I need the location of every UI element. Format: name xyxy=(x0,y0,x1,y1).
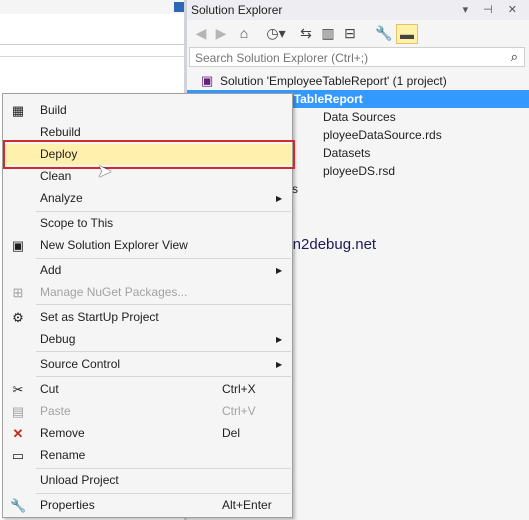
paste-icon: ▤ xyxy=(11,404,25,419)
title-bar-buttons[interactable]: ▾ ⊣ ✕ xyxy=(463,3,523,16)
submenu-arrow-icon: ▶ xyxy=(276,266,283,275)
menu-item-rebuild[interactable]: Rebuild xyxy=(4,122,291,143)
menu-separator xyxy=(36,376,291,377)
shortcut-text: Ctrl+V xyxy=(222,404,256,418)
sync-icon[interactable]: ⇆ xyxy=(297,24,315,42)
menu-item-clean[interactable]: Clean xyxy=(4,166,291,187)
back-icon[interactable]: ◀ xyxy=(193,24,209,42)
menu-item-new-solution-explorer-view[interactable]: ▣ New Solution Explorer View xyxy=(4,235,291,256)
menu-item-label: Paste xyxy=(40,404,71,418)
gear-icon: ⚙ xyxy=(12,310,24,325)
collapse-all-icon[interactable]: ⊟ xyxy=(341,24,359,42)
shortcut-text: Ctrl+X xyxy=(222,382,256,396)
menu-item-label: Rename xyxy=(40,448,86,462)
menu-item-label: Scope to This xyxy=(40,216,114,230)
menu-separator xyxy=(36,351,291,352)
menu-item-label: Source Control xyxy=(40,357,121,371)
wrench-icon: 🔧 xyxy=(10,498,27,513)
menu-item-cut[interactable]: ✂ Cut Ctrl+X xyxy=(4,379,291,400)
shortcut-text: Alt+Enter xyxy=(222,498,272,512)
menu-item-remove[interactable]: ✕ Remove Del xyxy=(4,423,291,444)
menu-item-build[interactable]: ▦ Build xyxy=(4,100,291,121)
menu-separator xyxy=(36,493,291,494)
menu-item-debug[interactable]: Debug ▶ xyxy=(4,329,291,350)
menu-item-set-startup[interactable]: ⚙ Set as StartUp Project xyxy=(4,307,291,328)
solution-explorer-search[interactable]: ⌕ xyxy=(189,47,525,67)
scissors-icon: ✂ xyxy=(12,382,24,397)
menu-item-deploy[interactable]: Deploy xyxy=(4,144,291,165)
tab-indicator xyxy=(174,2,184,12)
menu-item-label: Manage NuGet Packages... xyxy=(40,285,188,299)
context-menu: ▦ Build Rebuild Deploy Clean Analyze ▶ S… xyxy=(2,93,293,518)
menu-item-label: Deploy xyxy=(40,147,78,161)
submenu-arrow-icon: ▶ xyxy=(276,194,283,203)
menu-item-label: Clean xyxy=(40,169,72,183)
remove-icon: ✕ xyxy=(12,426,24,441)
solution-explorer-title-bar: Solution Explorer ▾ ⊣ ✕ xyxy=(187,0,529,20)
menu-item-label: Unload Project xyxy=(40,473,119,487)
menu-item-label: Build xyxy=(40,103,67,117)
mouse-pointer-icon: ➤ xyxy=(97,161,113,181)
menu-item-label: Properties xyxy=(40,498,95,512)
menu-item-manage-nuget[interactable]: ⊞ Manage NuGet Packages... xyxy=(4,282,291,303)
menu-item-label: Remove xyxy=(40,426,85,440)
menu-item-add[interactable]: Add ▶ xyxy=(4,260,291,281)
search-icon[interactable]: ⌕ xyxy=(511,49,518,65)
solution-icon: ▣ xyxy=(201,73,214,88)
editor-navigation-bar xyxy=(0,14,184,45)
search-input[interactable] xyxy=(193,50,497,66)
menu-item-paste[interactable]: ▤ Paste Ctrl+V xyxy=(4,401,291,422)
menu-item-label: Add xyxy=(40,263,62,277)
menu-item-label: Debug xyxy=(40,332,76,346)
preview-icon[interactable]: ▬ xyxy=(396,24,418,44)
menu-item-label: Analyze xyxy=(40,191,83,205)
history-icon[interactable]: ◷▾ xyxy=(265,24,287,42)
menu-item-unload-project[interactable]: Unload Project xyxy=(4,470,291,491)
menu-item-label: Rebuild xyxy=(40,125,81,139)
build-icon: ▦ xyxy=(11,103,25,118)
editor-tab-strip xyxy=(0,0,184,15)
tree-item-label: Data Sources xyxy=(323,110,396,124)
solution-explorer-toolbar: ◀ ▶ ⌂ ◷▾ ⇆ ▥ ⊟ 🔧 ▬ xyxy=(187,22,529,46)
submenu-arrow-icon: ▶ xyxy=(276,335,283,344)
menu-item-label: New Solution Explorer View xyxy=(40,238,188,252)
menu-item-label: Cut xyxy=(40,382,59,396)
shortcut-text: Del xyxy=(222,426,241,440)
menu-item-rename[interactable]: ▭ Rename xyxy=(4,445,291,466)
menu-item-analyze[interactable]: Analyze ▶ xyxy=(4,188,291,209)
rename-icon: ▭ xyxy=(11,448,25,463)
menu-item-properties[interactable]: 🔧 Properties Alt+Enter xyxy=(4,495,291,516)
menu-item-label: Set as StartUp Project xyxy=(40,310,159,324)
editor-divider xyxy=(0,56,184,57)
forward-icon[interactable]: ▶ xyxy=(213,24,229,42)
tree-item-label: Datasets xyxy=(323,146,371,160)
submenu-arrow-icon: ▶ xyxy=(276,360,283,369)
menu-separator xyxy=(36,304,291,305)
menu-separator xyxy=(36,211,291,212)
panel-title: Solution Explorer xyxy=(191,3,283,17)
pending-changes-icon[interactable]: ▥ xyxy=(319,24,337,42)
tree-item-solution[interactable]: ▣ Solution 'EmployeeTableReport' (1 proj… xyxy=(187,72,529,90)
menu-separator xyxy=(36,258,291,259)
home-icon[interactable]: ⌂ xyxy=(235,24,253,42)
menu-separator xyxy=(36,468,291,469)
menu-item-source-control[interactable]: Source Control ▶ xyxy=(4,354,291,375)
tree-item-label: ployeeDataSource.rds xyxy=(323,128,442,142)
nuget-icon: ⊞ xyxy=(12,285,24,300)
properties-icon[interactable]: 🔧 xyxy=(375,24,393,42)
new-view-icon: ▣ xyxy=(11,238,25,253)
menu-item-scope-to-this[interactable]: Scope to This xyxy=(4,213,291,234)
tree-item-label: Solution 'EmployeeTableReport' (1 projec… xyxy=(220,74,447,88)
tree-item-label: ployeeDS.rsd xyxy=(323,164,396,178)
